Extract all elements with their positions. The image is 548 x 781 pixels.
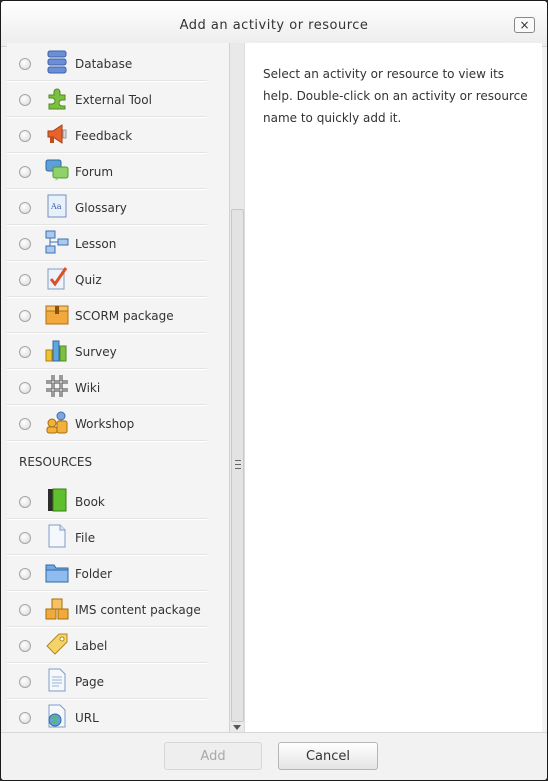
option-radio[interactable]	[19, 94, 31, 106]
option-radio[interactable]	[19, 346, 31, 358]
option-label: Page	[75, 675, 105, 689]
option-wiki[interactable]: Wiki	[7, 369, 207, 405]
option-ims-content-package[interactable]: IMS content package	[7, 591, 207, 627]
option-radio[interactable]	[19, 238, 31, 250]
activity-chooser-dialog: Add an activity or resource × Database E…	[0, 0, 548, 781]
option-label: Glossary	[75, 201, 127, 215]
option-feedback[interactable]: Feedback	[7, 117, 207, 153]
option-label: Survey	[75, 345, 117, 359]
globe-icon	[48, 704, 66, 728]
option-quiz[interactable]: Quiz	[7, 261, 207, 297]
book-icon	[48, 488, 67, 512]
database-icon	[47, 50, 67, 74]
option-external-tool[interactable]: External Tool	[7, 81, 207, 117]
option-radio[interactable]	[19, 166, 31, 178]
close-icon: ×	[519, 18, 530, 32]
option-label: SCORM package	[75, 309, 174, 323]
option-radio[interactable]	[19, 568, 31, 580]
option-label: External Tool	[75, 93, 152, 107]
option-glossary[interactable]: Aa Glossary	[7, 189, 207, 225]
option-radio[interactable]	[19, 640, 31, 652]
option-survey[interactable]: Survey	[7, 333, 207, 369]
dialog-body: Database External Tool Feedback Forum Aa…	[7, 43, 542, 732]
resources-heading: RESOURCES	[19, 455, 93, 469]
option-radio[interactable]	[19, 604, 31, 616]
add-button[interactable]: Add	[164, 742, 262, 770]
scrollbar-grip-icon	[235, 460, 241, 472]
options-scrollbar[interactable]	[229, 43, 244, 732]
dialog-title: Add an activity or resource	[179, 18, 369, 33]
option-label: Quiz	[75, 273, 102, 287]
wiki-hash-icon	[46, 375, 68, 397]
option-radio[interactable]	[19, 496, 31, 508]
option-radio[interactable]	[19, 202, 31, 214]
dialog-footer: Add Cancel	[1, 732, 547, 780]
scroll-down-arrow-icon[interactable]	[233, 725, 241, 730]
option-label: IMS content package	[75, 603, 201, 617]
option-radio[interactable]	[19, 712, 31, 724]
cancel-button[interactable]: Cancel	[278, 742, 378, 770]
option-radio[interactable]	[19, 130, 31, 142]
option-radio[interactable]	[19, 274, 31, 286]
bar-chart-icon	[45, 340, 67, 362]
option-label: File	[75, 531, 96, 545]
option-book[interactable]: Book	[7, 483, 207, 519]
option-label: Book	[75, 495, 105, 509]
scrollbar-thumb[interactable]	[231, 209, 244, 722]
tag-icon	[46, 633, 68, 655]
package-icon	[45, 305, 69, 325]
option-radio[interactable]	[19, 58, 31, 70]
option-radio[interactable]	[19, 418, 31, 430]
help-panel: Select an activity or resource to view i…	[244, 43, 542, 732]
option-label: URL	[75, 711, 99, 725]
dictionary-icon: Aa	[47, 194, 67, 218]
option-page[interactable]: Page	[7, 663, 207, 699]
speech-bubbles-icon	[45, 159, 69, 181]
people-icon	[46, 411, 68, 434]
svg-text:Aa: Aa	[50, 202, 62, 211]
checkmark-paper-icon	[47, 267, 68, 290]
boxes-icon	[45, 598, 69, 620]
option-label: Workshop	[75, 417, 135, 431]
option-radio[interactable]	[19, 382, 31, 394]
megaphone-icon	[47, 124, 67, 144]
option-workshop[interactable]: Workshop	[7, 405, 207, 441]
option-radio[interactable]	[19, 676, 31, 688]
option-label: Forum	[75, 165, 114, 179]
option-forum[interactable]: Forum	[7, 153, 207, 189]
option-label: Feedback	[75, 129, 133, 143]
option-label: Folder	[75, 567, 113, 581]
close-button[interactable]: ×	[514, 17, 535, 33]
option-label-resource[interactable]: Label	[7, 627, 207, 663]
file-icon	[48, 524, 66, 548]
options-list: Database External Tool Feedback Forum Aa…	[7, 43, 229, 732]
option-file[interactable]: File	[7, 519, 207, 555]
option-label: Wiki	[75, 381, 101, 395]
option-scorm-package[interactable]: SCORM package	[7, 297, 207, 333]
option-lesson[interactable]: Lesson	[7, 225, 207, 261]
option-radio[interactable]	[19, 310, 31, 322]
option-url[interactable]: URL	[7, 699, 207, 732]
puzzle-icon	[48, 88, 66, 110]
help-text: Select an activity or resource to view i…	[263, 67, 528, 125]
option-folder[interactable]: Folder	[7, 555, 207, 591]
option-label: Label	[75, 639, 108, 653]
dialog-titlebar: Add an activity or resource ×	[1, 1, 547, 47]
option-label: Lesson	[75, 237, 117, 251]
folder-icon	[45, 564, 69, 583]
option-database[interactable]: Database	[7, 45, 207, 81]
option-radio[interactable]	[19, 532, 31, 544]
flowchart-icon	[45, 230, 69, 254]
page-icon	[48, 668, 66, 692]
option-label: Database	[75, 57, 133, 71]
